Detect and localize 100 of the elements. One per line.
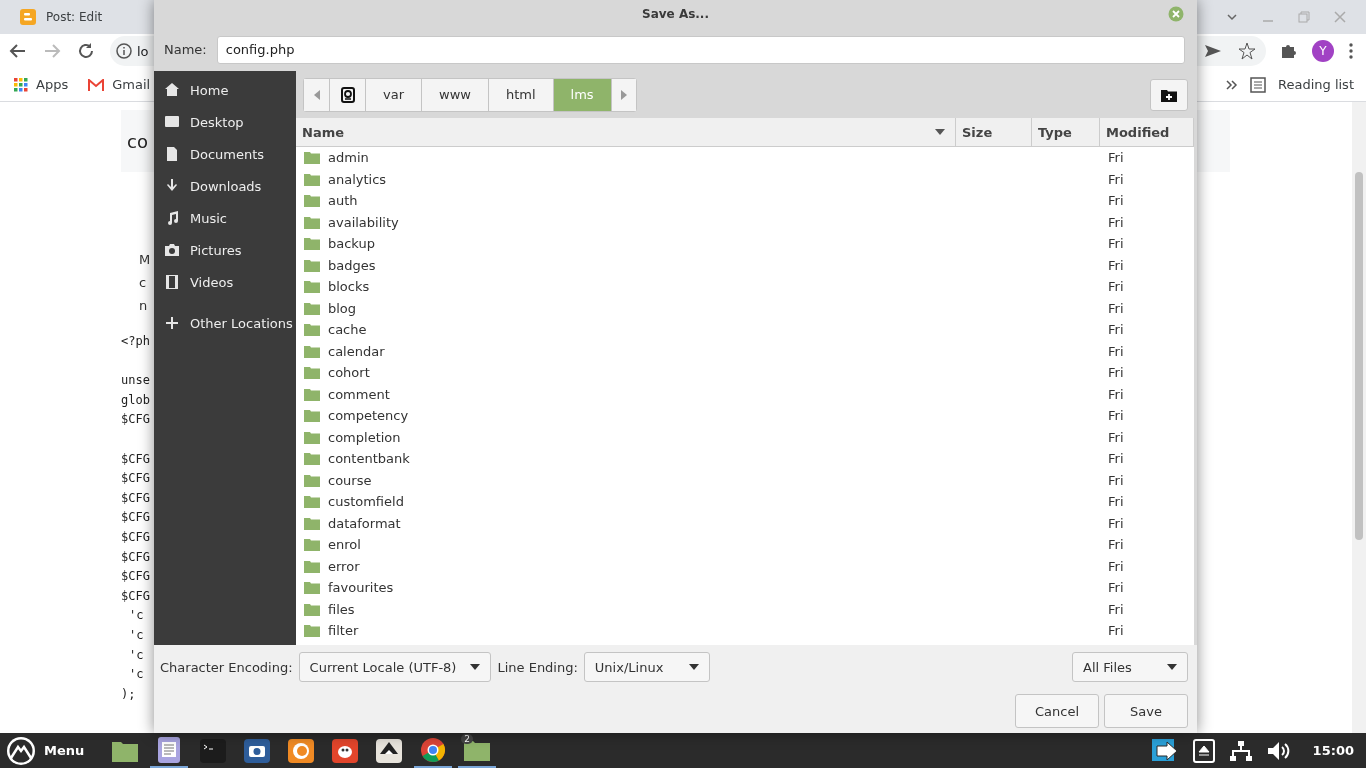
file-name[interactable]: availability [328,214,399,230]
code-line: unse [121,373,150,388]
name-label: Name: [164,42,207,57]
file-filter-dropdown[interactable]: All Files [1072,652,1188,682]
column-header[interactable]: Modified [1100,118,1194,146]
tab-title[interactable]: Post: Edit [46,10,103,24]
encoding-label: Character Encoding: [160,659,293,675]
arrow-box-icon[interactable] [1150,737,1179,764]
modified-cell-text: Fri [1107,279,1125,295]
line-ending-dropdown[interactable]: Unix/Linux [583,652,710,682]
file-name[interactable]: completion [328,429,401,445]
file-name[interactable]: blocks [328,279,370,295]
modified-cell-text: Fri [1107,300,1125,316]
avatar[interactable]: Y [1312,40,1334,62]
file-name[interactable]: cache [328,322,367,338]
list-icon [1250,76,1266,93]
modified-cell-text: Fri [1107,429,1125,445]
sidebar-item[interactable]: Videos [154,266,296,298]
sidebar-item[interactable]: Other Locations [154,307,296,339]
code-line: 'c [129,627,144,642]
column-header[interactable]: Type [1032,118,1100,146]
folder-icon [304,237,320,251]
file-name[interactable]: enrol [328,537,361,553]
desktop-icon [164,114,180,130]
modified-cell-text: Fri [1107,193,1125,209]
blogger-icon [20,9,36,25]
sidebar-item[interactable]: Home [154,74,296,106]
code-line: glob [121,392,150,407]
name-field[interactable]: config.php [216,35,1185,64]
file-name[interactable]: auth [328,193,358,209]
new-folder-icon [1161,87,1177,102]
file-name[interactable]: customfield [328,494,404,510]
modified-cell-text: Fri [1107,386,1125,402]
sidebar-item[interactable]: Music [154,202,296,234]
paragraph-text: c [139,274,147,292]
bookmark-link[interactable]: Gmail [112,77,151,92]
sidebar-item[interactable]: Documents [154,138,296,170]
chevron-icon[interactable] [1226,11,1238,23]
encoding-dropdown[interactable]: Current Locale (UTF-8) [298,652,492,682]
file-name[interactable]: calendar [328,343,385,359]
file-name[interactable]: favourites [328,580,394,596]
scroll-right-button[interactable] [610,78,636,111]
code-line: $CFG [121,588,150,603]
modified-cell-text: Fri [1107,343,1125,359]
more-icon[interactable] [1348,42,1354,60]
star-icon[interactable] [1238,42,1256,60]
menu-label[interactable]: Menu [44,743,85,758]
file-name[interactable]: badges [328,257,376,273]
new-folder-button[interactable] [1150,78,1188,111]
folder-icon [304,495,320,509]
dialog-button[interactable]: Cancel [1015,694,1099,728]
puzzle-icon[interactable] [1280,42,1298,60]
sidebar-item[interactable]: Downloads [154,170,296,202]
column-header[interactable]: Name [296,118,956,146]
dialog-button[interactable]: Save [1104,694,1188,728]
modified-cell-text: Fri [1107,171,1125,187]
file-name[interactable]: filter [328,623,359,639]
mail-icon [88,78,105,91]
file-name[interactable]: course [328,472,372,488]
reading-list-link[interactable]: Reading list [1278,77,1354,92]
file-name[interactable]: comment [328,386,390,402]
sidebar-item[interactable]: Desktop [154,106,296,138]
left-triangle-icon [313,89,320,100]
apps-grid-icon [14,77,28,92]
file-name[interactable]: contentbank [328,451,410,467]
reload-icon[interactable] [76,41,96,61]
file-name[interactable]: dataformat [328,515,401,531]
window-count-badge: 2 [461,734,473,744]
folder-icon [304,366,320,380]
column-header[interactable]: Size [956,118,1032,146]
modified-cell-text: Fri [1107,236,1125,252]
code-line: 'c [129,647,144,662]
file-name[interactable]: cohort [328,365,370,381]
bookmark-link[interactable]: Apps [36,77,69,92]
file-name[interactable]: admin [328,150,369,166]
modified-cell-text: Fri [1107,322,1125,338]
file-name[interactable]: analytics [328,171,387,187]
mountain-logo-icon[interactable] [6,735,36,766]
clock[interactable]: 15:00 [1312,743,1354,758]
sidebar-item[interactable]: Pictures [154,234,296,266]
documents-icon [164,146,180,162]
file-name[interactable]: error [328,558,360,574]
home-icon [164,82,180,98]
double-chevron-icon[interactable] [1226,79,1238,90]
eject-icon[interactable] [1192,738,1215,763]
file-name[interactable]: competency [328,408,409,424]
file-name[interactable]: blog [328,300,357,316]
modified-cell-text: Fri [1107,150,1125,166]
code-line: $CFG [121,549,150,564]
file-name[interactable]: files [328,601,355,617]
code-line: $CFG [121,529,150,544]
scrollbar-thumb[interactable] [1355,172,1363,540]
file-name[interactable]: backup [328,236,375,252]
send-icon[interactable] [1204,42,1222,60]
modified-cell-text: Fri [1107,515,1125,531]
drive-icon [340,86,355,103]
folder-icon [304,258,320,272]
network-icon[interactable] [1228,739,1253,762]
post-heading: co [127,130,148,152]
folder-icon [304,387,320,401]
